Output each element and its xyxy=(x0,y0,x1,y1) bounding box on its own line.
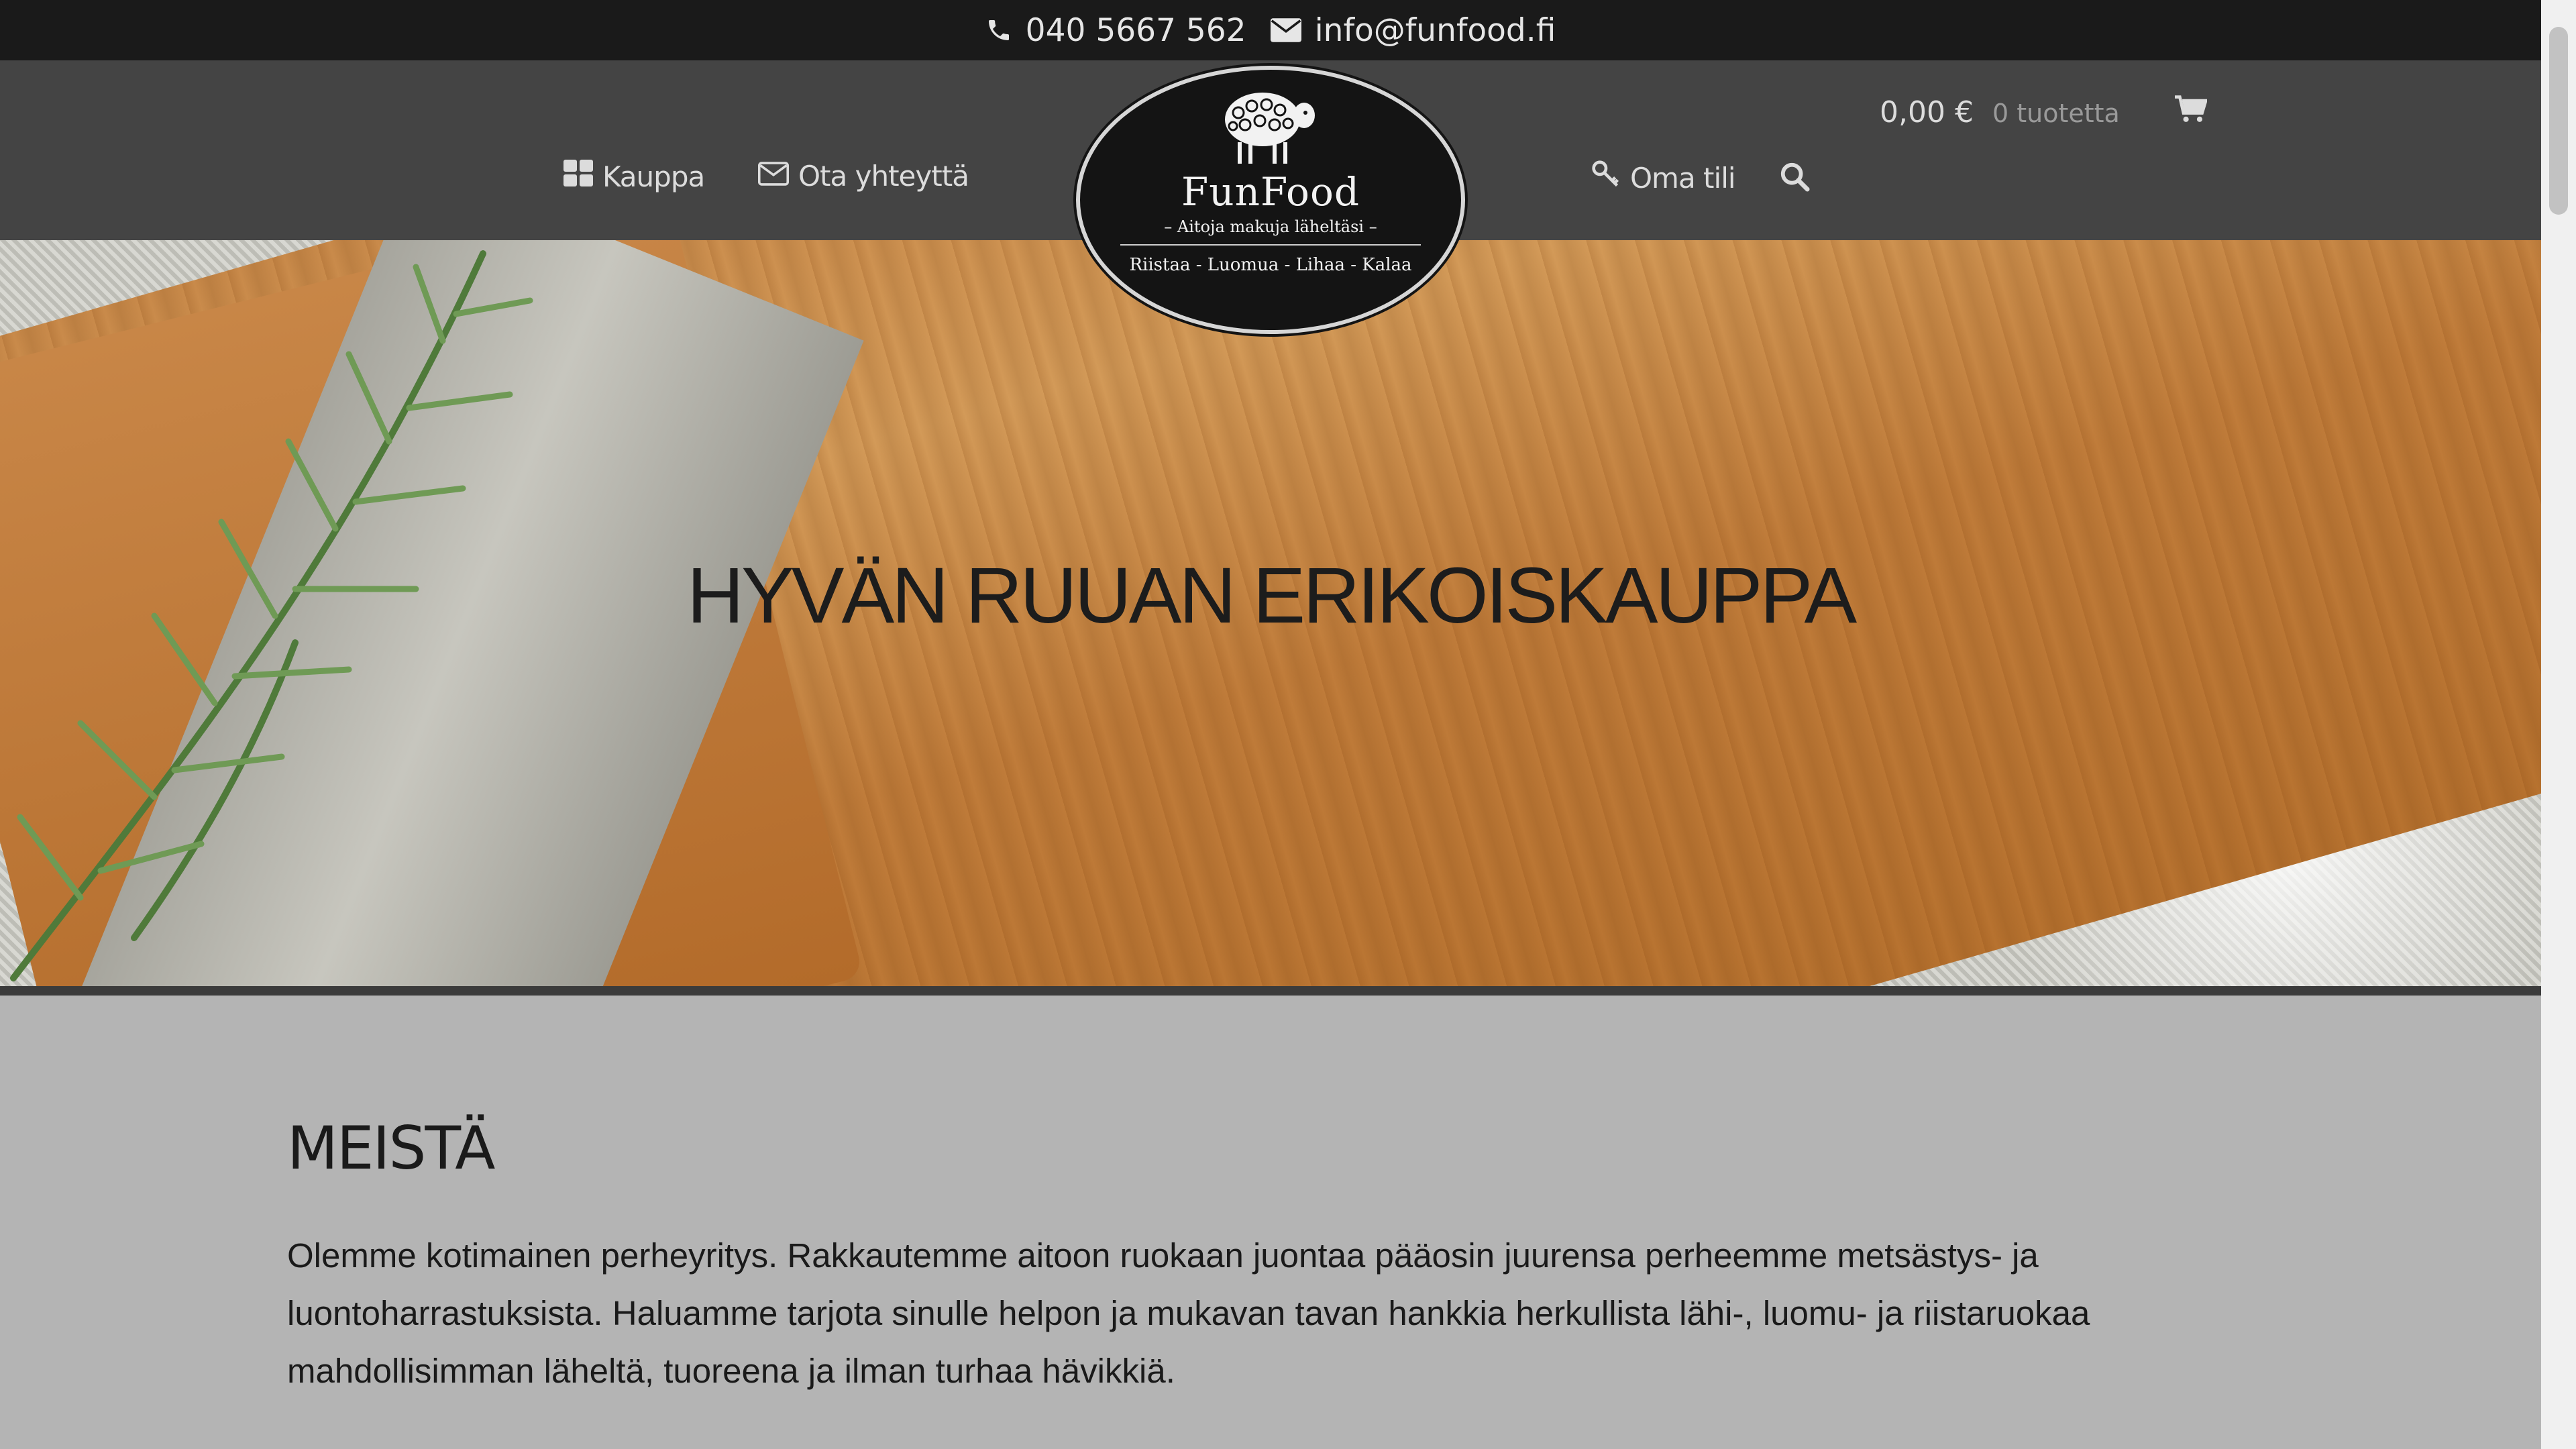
grid-icon xyxy=(564,160,593,193)
hero-banner: HYVÄN RUUAN ERIKOISKAUPPA xyxy=(0,240,2541,986)
email-address: info@funfood.fi xyxy=(1314,11,1556,49)
cart-count: 0 tuotetta xyxy=(1992,99,2120,128)
site-logo[interactable]: FunFood – Aitoja makuja läheltäsi – Riis… xyxy=(1076,66,1465,334)
envelope-outline-icon xyxy=(758,160,789,193)
nav-account-label: Oma tili xyxy=(1630,161,1736,195)
about-section: MEISTÄ Olemme kotimainen perheyritys. Ra… xyxy=(287,1114,2273,1400)
phone-number: 040 5667 562 xyxy=(1025,11,1246,49)
search-button[interactable] xyxy=(1779,161,1810,199)
page: 040 5667 562 info@funfood.fi Kauppa Ota … xyxy=(0,0,2576,1449)
search-icon xyxy=(1779,161,1810,199)
scrollbar-thumb[interactable] xyxy=(2549,27,2568,215)
cart-button[interactable] xyxy=(2175,95,2208,126)
phone-icon xyxy=(985,17,1012,44)
phone-link[interactable]: 040 5667 562 xyxy=(985,12,1246,49)
nav-account[interactable]: Oma tili xyxy=(1591,160,1736,196)
nav-shop[interactable]: Kauppa xyxy=(564,160,705,193)
key-icon xyxy=(1591,160,1621,196)
nav-shop-label: Kauppa xyxy=(602,160,705,193)
about-text: Olemme kotimainen perheyritys. Rakkautem… xyxy=(287,1236,2090,1390)
nav-contact[interactable]: Ota yhteyttä xyxy=(758,160,969,193)
envelope-icon xyxy=(1270,18,1301,42)
logo-categories: Riistaa - Luomua - Lihaa - Kalaa xyxy=(1129,255,1412,275)
about-heading: MEISTÄ xyxy=(287,1114,495,1183)
cart-summary[interactable]: 0,00 € 0 tuotetta xyxy=(1880,95,2120,129)
cart-amount: 0,00 € xyxy=(1880,95,1974,129)
sheep-logo-icon xyxy=(1218,86,1319,169)
nav-contact-label: Ota yhteyttä xyxy=(798,160,969,193)
logo-name: FunFood xyxy=(1181,169,1360,215)
email-link[interactable]: info@funfood.fi xyxy=(1270,11,1556,49)
hero-title: HYVÄN RUUAN ERIKOISKAUPPA xyxy=(686,551,1857,640)
shopping-cart-icon xyxy=(2175,95,2208,126)
logo-divider xyxy=(1120,244,1421,246)
contact-bar: 040 5667 562 info@funfood.fi xyxy=(0,0,2541,60)
hero-divider xyxy=(0,986,2541,996)
logo-tagline: – Aitoja makuja läheltäsi – xyxy=(1164,217,1377,236)
page-scrollbar[interactable] xyxy=(2541,0,2576,1449)
